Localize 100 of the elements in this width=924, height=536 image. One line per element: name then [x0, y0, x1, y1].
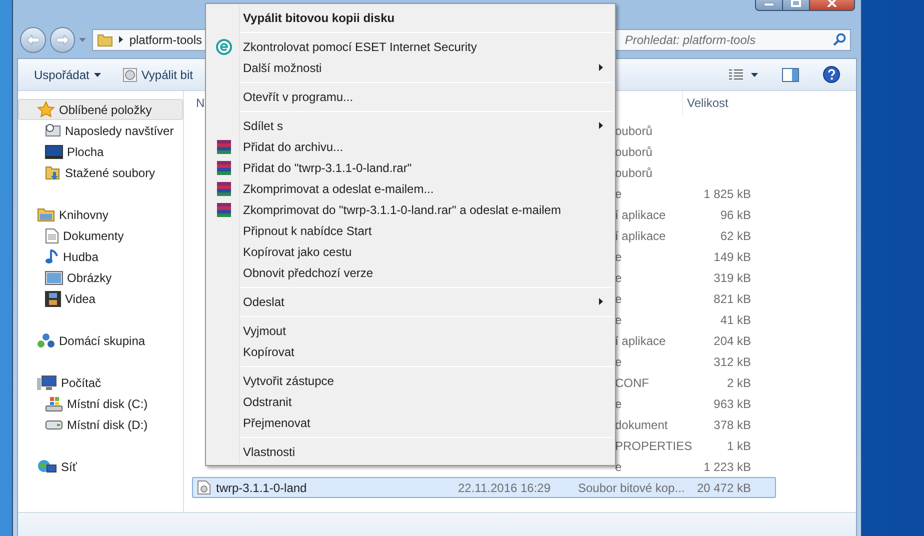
nav-group[interactable]: Knihovny [18, 204, 183, 225]
nav-item[interactable]: Místní disk (C:) [18, 393, 183, 414]
network-nodes-icon [37, 332, 55, 348]
submenu-arrow-icon [599, 298, 603, 305]
desktop-icon [45, 144, 63, 158]
menu-item[interactable]: Obnovit předchozí verze [208, 262, 613, 283]
network-globe-icon [37, 458, 57, 474]
file-date: 22.11.2016 16:29 [458, 480, 551, 494]
preview-pane-icon [782, 68, 799, 82]
column-header[interactable]: Velikost [682, 91, 752, 115]
file-type: dokument [615, 418, 668, 432]
file-type: í aplikace [615, 228, 666, 242]
picture-icon [45, 270, 63, 284]
file-type: CONF [615, 376, 649, 390]
nav-item[interactable]: Obrázky [18, 267, 183, 288]
close-icon [827, 0, 837, 7]
nav-item[interactable]: Dokumenty [18, 225, 183, 246]
menu-item[interactable]: Zkontrolovat pomocí ESET Internet Security [208, 36, 613, 57]
file-name: twrp-3.1.1-0-land [216, 480, 307, 496]
drive-icon [45, 420, 63, 430]
file-type: í aplikace [615, 334, 666, 348]
menu-item[interactable]: Sdílet s [208, 115, 613, 136]
nav-group[interactable]: Domácí skupina [18, 330, 183, 351]
back-arrow-icon [26, 34, 39, 44]
star-icon [37, 101, 55, 118]
search-field[interactable]: Prohledat: platform-tools [614, 28, 851, 50]
burn-button[interactable]: Vypálit bit [121, 62, 195, 86]
menu-item[interactable]: Odstranit [208, 391, 613, 412]
nav-item[interactable]: Místní disk (D:) [18, 414, 183, 435]
menu-item[interactable]: Kopírovat [208, 341, 613, 362]
file-size: 62 kB [720, 228, 751, 242]
disc-icon [123, 68, 138, 82]
file-size: 2 kB [726, 376, 751, 390]
file-row[interactable]: twrp-3.1.1-0-land 22.11.2016 16:29 Soubor bitové kop... 20 472 kB [192, 477, 776, 498]
menu-item[interactable]: Odeslat [208, 291, 613, 312]
library-folder-icon [37, 207, 55, 222]
breadcrumb-arrow-icon [119, 36, 124, 43]
submenu-arrow-icon [599, 122, 603, 129]
menu-item[interactable]: Přidat do "twrp-3.1.1-0-land.rar" [208, 157, 613, 178]
document-icon [45, 228, 59, 244]
search-icon [833, 33, 846, 46]
file-size: 821 kB [714, 292, 751, 306]
file-size: 378 kB [714, 418, 751, 432]
menu-item[interactable]: Přidat do archivu... [208, 136, 613, 157]
menu-item[interactable]: Vypálit bitovou kopii disku [208, 7, 613, 28]
file-size: 1 825 kB [704, 186, 751, 200]
file-type: Soubor bitové kop... [578, 480, 685, 494]
address-path: platform-tools [129, 32, 202, 48]
file-size: 1 kB [726, 438, 751, 452]
nav-item[interactable]: Videa [18, 288, 183, 309]
search-input[interactable]: Prohledat: platform-tools [624, 30, 833, 48]
menu-item[interactable]: Kopírovat jako cestu [208, 241, 613, 262]
menu-item[interactable]: Zkomprimovat a odeslat e-mailem... [208, 178, 613, 199]
nav-group[interactable]: Síť [18, 456, 183, 477]
forward-button[interactable] [50, 26, 76, 52]
history-caret-icon [79, 38, 86, 42]
nav-item[interactable]: Plocha [18, 141, 183, 162]
stacked-books-icon [216, 202, 232, 218]
file-size: 319 kB [714, 270, 751, 284]
menu-item[interactable]: Vlastnosti [208, 441, 613, 462]
list-view-icon [729, 68, 743, 80]
recent-places-icon [45, 123, 61, 138]
file-size: 20 472 kB [696, 480, 751, 494]
file-size: 41 kB [720, 312, 751, 326]
submenu-arrow-icon [599, 64, 603, 71]
forward-arrow-icon [56, 34, 69, 44]
stacked-books-icon [216, 138, 232, 154]
menu-item[interactable]: Další možnosti [208, 57, 613, 78]
file-size: 96 kB [720, 208, 751, 222]
nav-item[interactable]: Stažené soubory [18, 162, 183, 183]
file-size: 1 223 kB [704, 460, 751, 474]
nav-item[interactable]: Hudba [18, 246, 183, 267]
caret-icon [751, 72, 758, 76]
film-strip-icon [45, 290, 61, 306]
nav-group[interactable]: Oblíbené položky [18, 99, 183, 120]
file-size: 312 kB [714, 354, 751, 368]
organize-button[interactable]: Uspořádat [30, 62, 106, 86]
file-size: 149 kB [714, 250, 751, 264]
downloads-folder-icon [45, 164, 61, 180]
stacked-books-icon [216, 160, 232, 176]
back-button[interactable] [20, 26, 46, 52]
caret-icon [94, 72, 102, 76]
nav-group[interactable]: Počítač [18, 372, 183, 393]
menu-item[interactable]: Otevřít v programu... [208, 86, 613, 107]
e-badge-icon [216, 38, 232, 54]
stacked-books-icon [216, 180, 232, 196]
nav-item[interactable]: Naposledy navštíver [18, 120, 183, 141]
computer-icon [37, 374, 57, 390]
menu-item[interactable]: Vytvořit zástupce [208, 370, 613, 391]
menu-item[interactable]: Přejmenovat [208, 412, 613, 433]
file-size: 204 kB [714, 334, 751, 348]
file-type: e [615, 460, 622, 474]
file-size: 963 kB [714, 396, 751, 410]
menu-item[interactable]: Vyjmout [208, 320, 613, 341]
disc-image-file-icon [197, 480, 211, 495]
help-icon [823, 66, 840, 83]
menu-item[interactable]: Zkomprimovat do "twrp-3.1.1-0-land.rar" a odeslat e-mailem [208, 199, 613, 220]
file-type: PROPERTIES [615, 438, 692, 452]
menu-item[interactable]: Připnout k nabídce Start [208, 220, 613, 241]
file-type: í aplikace [615, 208, 666, 222]
